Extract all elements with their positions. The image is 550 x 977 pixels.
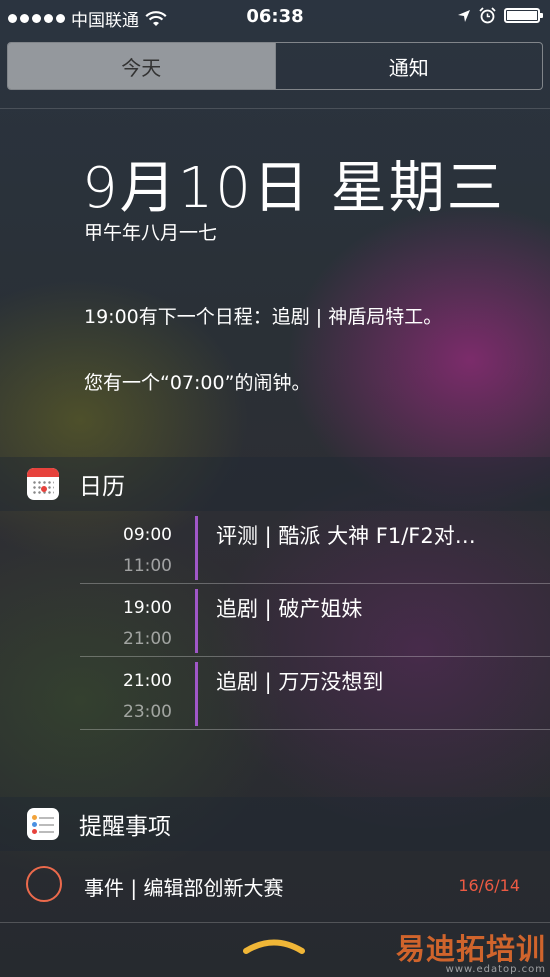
tab-notifications[interactable]: 通知	[274, 43, 543, 89]
view-switcher: 今天 通知	[7, 42, 543, 90]
reminders-widget-title: 提醒事项	[79, 814, 171, 840]
calendar-color-bar	[195, 589, 198, 653]
event-divider	[80, 656, 550, 657]
calendar-event[interactable]: 21:00 23:00 追剧 | 万万没想到	[80, 658, 550, 730]
event-divider	[80, 583, 550, 584]
calendar-icon	[27, 468, 59, 500]
reminder-title: 事件 | 编辑部创新大赛	[84, 876, 284, 900]
battery-icon	[504, 8, 543, 23]
status-bar: 中国联通 06:38	[0, 0, 550, 36]
calendar-color-bar	[195, 662, 198, 726]
calendar-widget-title: 日历	[79, 474, 125, 500]
alarm-summary: 您有一个“07:00”的闹钟。	[84, 372, 311, 394]
event-title: 评测 | 酷派 大神 F1/F2对…	[216, 524, 476, 548]
calendar-widget-header[interactable]: 日历	[0, 457, 550, 511]
reminders-icon	[27, 808, 59, 840]
alarm-clock-icon	[479, 7, 496, 24]
divider	[0, 108, 550, 109]
reminder-complete-checkbox[interactable]	[26, 866, 62, 902]
next-event-summary: 19:00有下一个日程：追剧 | 神盾局特工。	[84, 306, 443, 328]
event-start-time: 09:00	[123, 525, 172, 545]
event-start-time: 19:00	[123, 598, 172, 618]
battery-level	[507, 11, 537, 20]
watermark: 易迪拓培训 www.edatop.com	[396, 926, 546, 975]
reminders-widget-header[interactable]: 提醒事项	[0, 797, 550, 851]
date-heading: 9月10日 星期三	[82, 156, 505, 221]
watermark-logo: 易迪拓培训	[395, 932, 546, 966]
calendar-event[interactable]: 09:00 11:00 评测 | 酷派 大神 F1/F2对…	[80, 512, 550, 584]
calendar-event[interactable]: 19:00 21:00 追剧 | 破产姐妹	[80, 585, 550, 657]
reminder-item: 事件 | 编辑部创新大赛 16/6/14	[0, 852, 550, 920]
pull-up-handle-icon[interactable]	[243, 936, 305, 954]
event-title: 追剧 | 万万没想到	[216, 670, 384, 694]
lunar-date: 甲午年八月一七	[84, 222, 218, 244]
event-end-time: 11:00	[123, 556, 172, 576]
event-divider	[80, 729, 550, 730]
event-end-time: 23:00	[123, 702, 172, 722]
event-end-time: 21:00	[123, 629, 172, 649]
event-start-time: 21:00	[123, 671, 172, 691]
location-arrow-icon	[458, 9, 470, 22]
reminder-due-date: 16/6/14	[458, 876, 520, 895]
tab-today[interactable]: 今天	[8, 43, 275, 89]
calendar-color-bar	[195, 516, 198, 580]
event-title: 追剧 | 破产姐妹	[216, 597, 363, 621]
divider	[0, 922, 550, 923]
